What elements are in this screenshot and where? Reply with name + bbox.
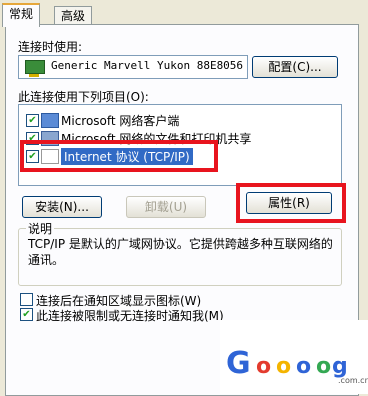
logo-letter: o bbox=[256, 354, 272, 379]
adapter-name: Generic Marvell Yukon 88E8056 bbox=[51, 59, 244, 72]
highlight-frame bbox=[20, 140, 218, 172]
network-client-icon bbox=[41, 113, 59, 128]
item-checkbox[interactable] bbox=[26, 114, 39, 127]
items-label: 此连接使用下列项目(O): bbox=[18, 90, 149, 104]
adapter-field: Generic Marvell Yukon 88E8056 bbox=[18, 55, 248, 79]
list-item[interactable]: Microsoft 网络客户端 bbox=[23, 111, 337, 129]
show-icon-checkbox[interactable] bbox=[20, 293, 33, 306]
description-title: 说明 bbox=[26, 220, 55, 237]
network-adapter-icon bbox=[25, 60, 45, 77]
logo-letter: o bbox=[296, 354, 312, 379]
notify-checkbox[interactable] bbox=[20, 308, 33, 321]
uninstall-button[interactable]: 卸载(U) bbox=[126, 196, 206, 218]
description-text: TCP/IP 是默认的广域网协议。它提供跨越多种互联网络的通讯。 bbox=[28, 237, 333, 267]
connect-using-label: 连接时使用: bbox=[18, 40, 83, 54]
logo-letter: o bbox=[276, 354, 292, 379]
option-label: 此连接被限制或无连接时通知我(M) bbox=[36, 309, 224, 323]
tab-general[interactable]: 常规 bbox=[2, 3, 41, 27]
item-label: Microsoft 网络客户端 bbox=[61, 114, 180, 128]
tab-advanced[interactable]: 高级 bbox=[54, 6, 93, 25]
configure-button[interactable]: 配置(C)... bbox=[252, 56, 338, 78]
watermark-logo: G o o o o g .com.cn bbox=[220, 320, 368, 394]
logo-letter: G bbox=[226, 346, 251, 381]
tab-strip: 常规 高级 bbox=[0, 0, 368, 27]
install-button[interactable]: 安装(N)... bbox=[22, 196, 102, 218]
logo-domain: .com.cn bbox=[338, 376, 368, 385]
highlight-frame bbox=[236, 183, 346, 223]
logo-letter: o bbox=[316, 354, 332, 379]
